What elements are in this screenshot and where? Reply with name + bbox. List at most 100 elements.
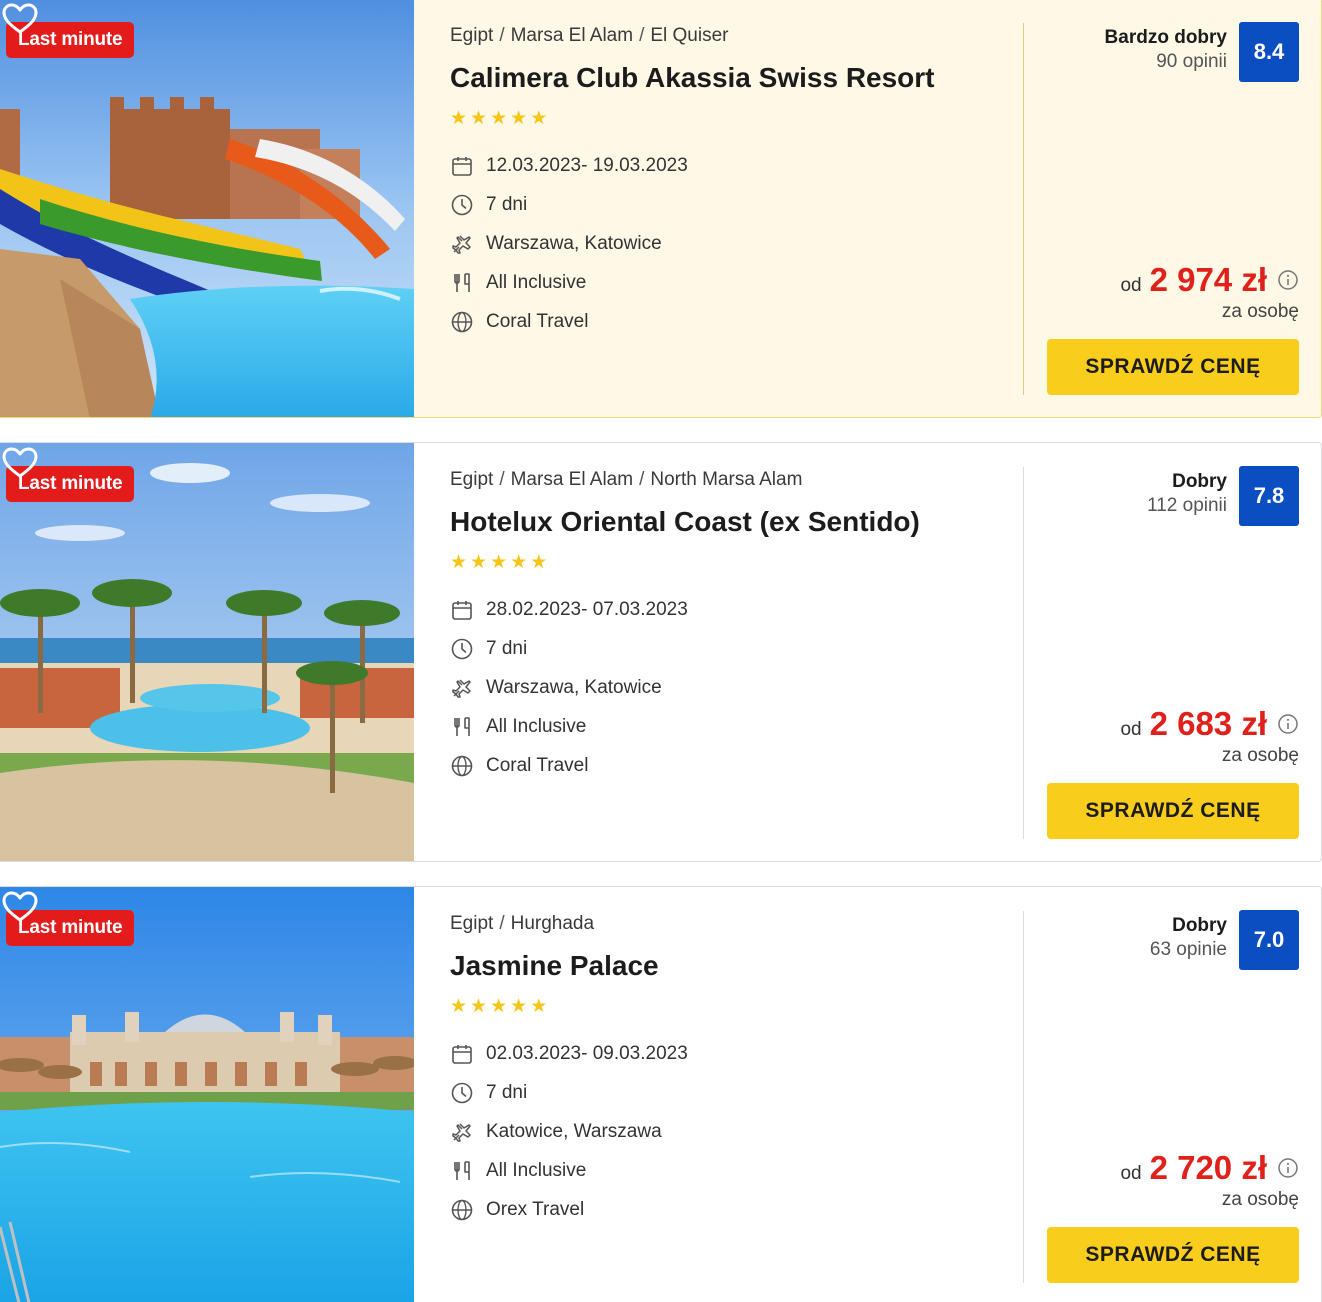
breadcrumb-city[interactable]: Hurghada — [511, 913, 594, 934]
rating-score: 7.0 — [1239, 910, 1299, 970]
offer-info: Egipt / Hurghada Jasmine Palace ★ ★ ★ ★ ★ 02.0… — [450, 913, 1010, 1229]
info-icon[interactable] — [1277, 269, 1299, 291]
breadcrumb-region[interactable]: Marsa El Alam — [511, 25, 633, 46]
per-person-label: za osobę — [1221, 1189, 1299, 1210]
star-icon: ★ — [510, 107, 528, 129]
star-icon: ★ — [470, 551, 488, 573]
check-price-button[interactable]: SPRAWDŹ CENĘ — [1047, 783, 1299, 839]
fact-board: All Inclusive — [450, 707, 1010, 746]
card-divider — [1023, 23, 1024, 395]
clock-icon — [451, 1082, 473, 1103]
hotel-photo[interactable]: Last minute — [0, 887, 414, 1302]
fact-dates: 28.02.2023- 07.03.2023 — [450, 590, 1010, 629]
fact-duration: 7 dni — [450, 629, 1010, 668]
cutlery-icon — [454, 1160, 470, 1180]
offer-card[interactable]: Last minute Egipt / Hurghada Jasmine Palac… — [0, 886, 1322, 1302]
fact-duration: 7 dni — [450, 1073, 1010, 1112]
fact-departure: Warszawa, Katowice — [450, 224, 1010, 263]
offer-card[interactable]: Last minute Egipt / Marsa El Alam / El Quise… — [0, 0, 1322, 418]
calendar-icon — [452, 156, 472, 176]
price-block: od 2 974 zł za osobę — [1120, 261, 1299, 323]
offer-facts: 28.02.2023- 07.03.2023 7 dni Warszawa, K… — [450, 590, 1010, 785]
rating-count: 90 opinii — [1156, 51, 1227, 72]
duration-text: 7 dni — [486, 193, 528, 215]
hotel-photo[interactable]: Last minute — [0, 0, 414, 417]
check-price-button[interactable]: SPRAWDŹ CENĘ — [1047, 339, 1299, 395]
breadcrumb: Egipt / Hurghada — [450, 913, 595, 934]
operator-text: Coral Travel — [486, 310, 589, 332]
photo-palm-resort — [0, 443, 414, 861]
hotel-photo[interactable]: Last minute — [0, 443, 414, 861]
fact-operator: Coral Travel — [450, 746, 1010, 785]
heart-icon[interactable] — [0, 443, 40, 483]
star-icon: ★ — [470, 107, 488, 129]
cutlery-icon — [454, 716, 470, 736]
info-icon[interactable] — [1277, 1157, 1299, 1179]
rating-label: Dobry — [1172, 471, 1227, 492]
price-value: 2 720 zł — [1149, 1149, 1267, 1186]
fact-departure: Warszawa, Katowice — [450, 668, 1010, 707]
offer-info: Egipt / Marsa El Alam / El Quiser Calimera C… — [450, 25, 1010, 341]
photo-palace-pool — [0, 887, 414, 1302]
price-from-label: od — [1120, 1163, 1142, 1184]
star-icon: ★ — [450, 551, 468, 573]
star-rating: ★ ★ ★ ★ ★ — [450, 108, 1010, 128]
per-person-label: za osobę — [1221, 745, 1299, 766]
rating-score: 7.8 — [1239, 466, 1299, 526]
star-rating: ★ ★ ★ ★ ★ — [450, 996, 1010, 1016]
calendar-icon — [452, 600, 472, 620]
price-from-label: od — [1120, 719, 1142, 740]
operator-text: Coral Travel — [486, 754, 589, 776]
breadcrumb-region[interactable]: Marsa El Alam — [511, 469, 633, 490]
price-value: 2 683 zł — [1149, 705, 1267, 742]
heart-icon[interactable] — [0, 0, 40, 39]
review-rating[interactable]: Dobry 112 opinii 7.8 — [1147, 466, 1299, 526]
star-icon: ★ — [490, 551, 508, 573]
fact-departure: Katowice, Warszawa — [450, 1112, 1010, 1151]
hotel-name[interactable]: Calimera Club Akassia Swiss Resort — [450, 62, 1010, 96]
clock-icon — [451, 194, 473, 215]
operator-text: Orex Travel — [486, 1198, 585, 1220]
breadcrumb-country[interactable]: Egipt — [450, 913, 493, 934]
departure-text: Warszawa, Katowice — [486, 676, 662, 698]
star-icon: ★ — [490, 995, 508, 1017]
breadcrumb: Egipt / Marsa El Alam / North Marsa Alam — [450, 469, 803, 490]
check-price-button[interactable]: SPRAWDŹ CENĘ — [1047, 1227, 1299, 1283]
dates-text: 02.03.2023- 09.03.2023 — [486, 1042, 688, 1064]
plane-icon — [452, 678, 471, 698]
info-icon[interactable] — [1277, 713, 1299, 735]
offer-facts: 02.03.2023- 09.03.2023 7 dni Katowice, W… — [450, 1034, 1010, 1229]
offer-facts: 12.03.2023- 19.03.2023 7 dni Warszawa, K… — [450, 146, 1010, 341]
offer-card[interactable]: Last minute Egipt / Marsa El Alam / North Ma… — [0, 442, 1322, 862]
photo-aquapark — [0, 0, 414, 417]
hotel-name[interactable]: Jasmine Palace — [450, 950, 1010, 984]
star-icon: ★ — [530, 995, 548, 1017]
review-rating[interactable]: Bardzo dobry 90 opinii 8.4 — [1105, 22, 1299, 82]
breadcrumb-country[interactable]: Egipt — [450, 469, 493, 490]
star-icon: ★ — [530, 107, 548, 129]
fact-dates: 02.03.2023- 09.03.2023 — [450, 1034, 1010, 1073]
breadcrumb-city[interactable]: North Marsa Alam — [650, 469, 802, 490]
rating-count: 112 opinii — [1147, 495, 1227, 516]
heart-icon[interactable] — [0, 887, 40, 927]
board-text: All Inclusive — [486, 271, 587, 293]
star-icon: ★ — [510, 995, 528, 1017]
card-divider — [1023, 911, 1024, 1283]
dates-text: 28.02.2023- 07.03.2023 — [486, 598, 688, 620]
star-icon: ★ — [490, 107, 508, 129]
board-text: All Inclusive — [486, 715, 587, 737]
star-icon: ★ — [450, 995, 468, 1017]
price-block: od 2 720 zł za osobę — [1120, 1149, 1299, 1211]
review-rating[interactable]: Dobry 63 opinie 7.0 — [1150, 910, 1299, 970]
board-text: All Inclusive — [486, 1159, 587, 1181]
breadcrumb-country[interactable]: Egipt — [450, 25, 493, 46]
star-icon: ★ — [450, 107, 468, 129]
rating-label: Bardzo dobry — [1104, 27, 1227, 48]
duration-text: 7 dni — [486, 1081, 528, 1103]
dates-text: 12.03.2023- 19.03.2023 — [486, 154, 688, 176]
star-icon: ★ — [470, 995, 488, 1017]
cutlery-icon — [454, 272, 470, 292]
hotel-name[interactable]: Hotelux Oriental Coast (ex Sentido) — [450, 506, 1010, 540]
breadcrumb-city[interactable]: El Quiser — [650, 25, 728, 46]
duration-text: 7 dni — [486, 637, 528, 659]
